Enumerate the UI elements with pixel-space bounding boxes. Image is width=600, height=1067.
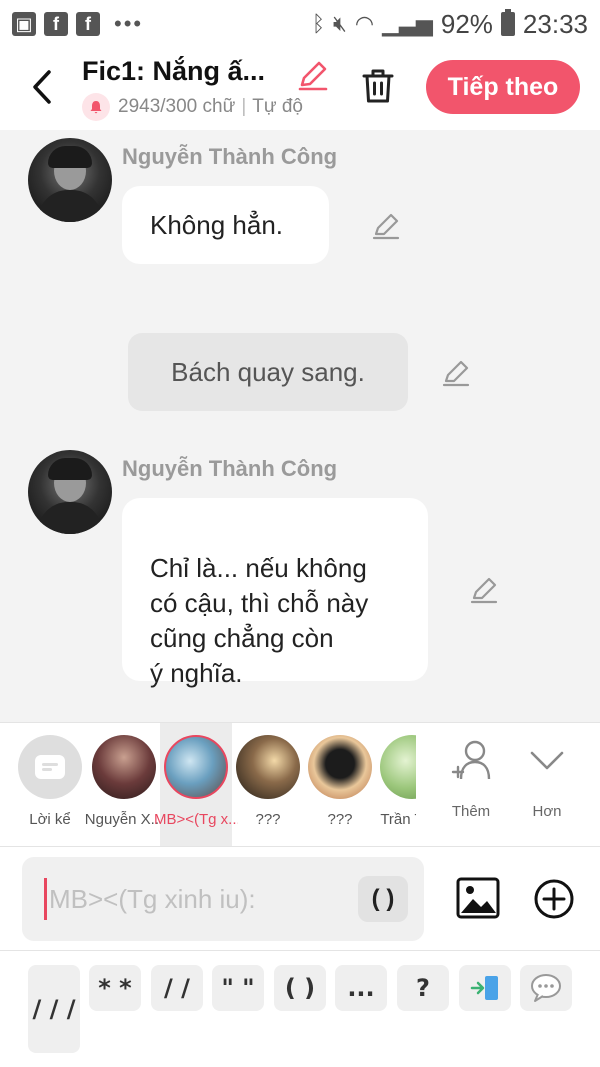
- story-title: Fic1: Nắng ấ...: [82, 56, 266, 86]
- add-character-button[interactable]: Thêm: [436, 723, 506, 847]
- character-label: ???: [327, 811, 353, 828]
- add-character-label: Thêm: [451, 803, 491, 820]
- gallery-icon: ▣: [12, 12, 36, 36]
- text-caret: [44, 878, 47, 920]
- symbol-key[interactable]: ?: [397, 965, 449, 1011]
- character-item-selected[interactable]: MB><(Tg x...: [154, 723, 238, 847]
- chat-area[interactable]: Nguyễn Thành Công Không hẳn. Bách quay s…: [0, 130, 600, 722]
- symbol-key[interactable]: / /: [151, 965, 203, 1011]
- clock: 23:33: [522, 8, 588, 39]
- character-item[interactable]: ???: [232, 723, 304, 847]
- edit-title-pencil-icon[interactable]: [296, 58, 330, 92]
- message-input[interactable]: MB><(Tg xinh iu): ( ): [22, 857, 424, 941]
- symbol-key[interactable]: / / /: [28, 965, 80, 1053]
- symbol-key[interactable]: " ": [212, 965, 264, 1011]
- chevron-left-icon: [33, 70, 51, 104]
- facebook-icon: f: [76, 12, 100, 36]
- wifi-icon: ◠: [354, 11, 375, 36]
- add-user-icon: [451, 740, 491, 780]
- more-label: Hơn: [532, 803, 562, 820]
- character-avatar: [164, 735, 228, 799]
- symbol-key[interactable]: * *: [89, 965, 141, 1011]
- message-text: Không hẳn.: [150, 209, 284, 240]
- character-item[interactable]: Nguyễn X...: [85, 723, 163, 847]
- switch-device-button[interactable]: [459, 965, 511, 1011]
- composer: MB><(Tg xinh iu): ( ): [0, 846, 600, 950]
- character-label: Lời kể: [29, 811, 71, 828]
- story-meta: 2943/300 chữ | Tự độ: [82, 93, 332, 121]
- message-sender: Nguyễn Thành Công: [122, 144, 338, 169]
- facebook-icon: f: [44, 12, 68, 36]
- input-placeholder: MB><(Tg xinh iu):: [49, 883, 256, 914]
- symbol-bar: / / / * * / / " " ( ) ... ?: [0, 950, 600, 1067]
- character-avatar: [380, 735, 416, 799]
- meta-divider: |: [241, 96, 247, 117]
- character-item[interactable]: Trần T: [376, 723, 416, 847]
- avatar[interactable]: [28, 138, 112, 222]
- character-avatar: [236, 735, 300, 799]
- status-bar: ▣ f f ••• ᛒ 🔇︎ ◠ ▁▃▅ 92% 23:33: [0, 0, 600, 48]
- narration-text: Bách quay sang.: [171, 356, 365, 387]
- status-left: ▣ f f •••: [12, 11, 143, 37]
- bell-icon: [82, 93, 110, 121]
- battery-icon: [500, 9, 515, 36]
- avatar[interactable]: [28, 450, 112, 534]
- character-strip: Lời kể Nguyễn X... MB><(Tg x... ??? ??? …: [0, 722, 600, 847]
- next-button[interactable]: Tiếp theo: [426, 60, 580, 114]
- symbol-key[interactable]: ( ): [274, 965, 326, 1011]
- narrator-avatar: [18, 735, 82, 799]
- message-bubble[interactable]: Không hẳn.: [122, 186, 329, 264]
- status-right: ᛒ 🔇︎ ◠ ▁▃▅ 92% 23:33: [312, 9, 588, 40]
- title-block: Fic1: Nắng ấ... 2943/300 chữ | Tự độ: [82, 56, 332, 121]
- add-circle-icon[interactable]: [533, 878, 575, 920]
- edit-message-pencil-icon[interactable]: [370, 210, 402, 242]
- character-avatar: [92, 735, 156, 799]
- save-mode: Tự độ: [252, 96, 303, 117]
- battery-percent: 92%: [440, 8, 493, 39]
- message-sender: Nguyễn Thành Công: [122, 456, 338, 481]
- chat-bubble-button[interactable]: [520, 965, 572, 1011]
- narration-bubble[interactable]: Bách quay sang.: [128, 333, 408, 411]
- character-narrator[interactable]: Lời kể: [14, 723, 86, 847]
- chat-bubble-icon: [531, 974, 561, 1002]
- more-button[interactable]: Hơn: [512, 723, 582, 847]
- bluetooth-icon: ᛒ: [311, 11, 326, 36]
- symbol-key[interactable]: ...: [335, 965, 387, 1011]
- editor-header: Fic1: Nắng ấ... 2943/300 chữ | Tự độ Tiế…: [0, 48, 600, 130]
- chevron-down-icon: [530, 751, 564, 770]
- character-item[interactable]: ???: [304, 723, 376, 847]
- image-icon[interactable]: [456, 877, 500, 919]
- character-label: Trần T: [380, 811, 416, 828]
- message-bubble[interactable]: Chỉ là... nếu không có cậu, thì chỗ này …: [122, 498, 428, 688]
- signal-icon: ▁▃▅: [382, 11, 433, 36]
- character-avatar: [308, 735, 372, 799]
- parentheses-button[interactable]: ( ): [358, 876, 408, 922]
- message-text: Chỉ là... nếu không có cậu, thì chỗ này …: [150, 553, 369, 688]
- back-button[interactable]: [22, 62, 62, 112]
- phone-arrow-icon: [470, 976, 498, 1000]
- more-dots-icon: •••: [114, 11, 144, 36]
- mute-icon: 🔇︎: [333, 11, 347, 36]
- edit-message-pencil-icon[interactable]: [440, 357, 472, 389]
- trash-icon[interactable]: [358, 66, 398, 106]
- edit-message-pencil-icon[interactable]: [468, 574, 500, 606]
- word-count: 2943/300 chữ: [118, 96, 236, 117]
- chat-bubble-icon: [35, 755, 65, 779]
